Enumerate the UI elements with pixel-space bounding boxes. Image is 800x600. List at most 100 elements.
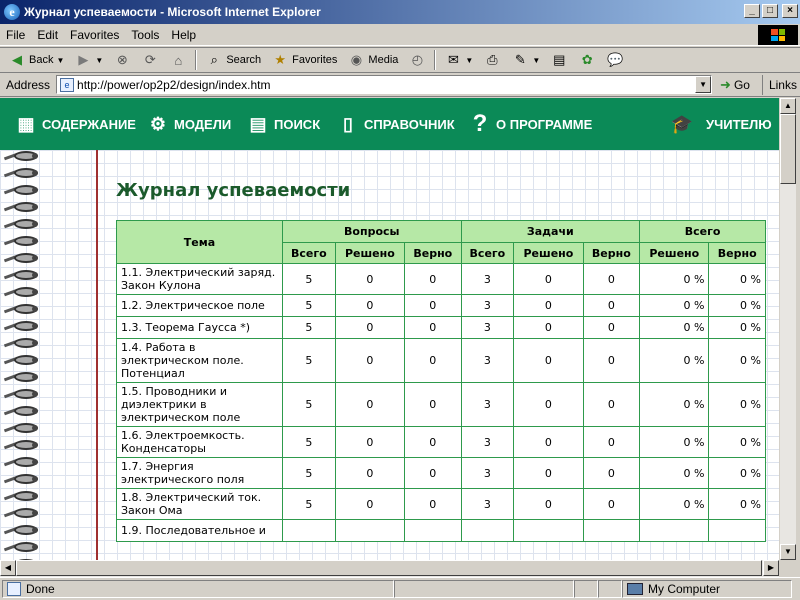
ie-logo-icon: e [4,4,20,20]
discuss-button[interactable]: ▤ [546,49,572,71]
q-correct-cell: 0 [404,488,462,520]
t-total-cell: 3 [460,457,515,489]
refresh-button[interactable]: ⟳ [137,49,163,71]
scroll-down-button[interactable]: ▼ [780,544,796,560]
go-button[interactable]: ➜ Go [712,77,758,93]
spiral-coil [3,405,40,417]
menu-file[interactable]: File [0,28,31,42]
correct-pct-cell: 0 % [708,426,766,458]
history-icon: ◴ [411,52,424,67]
menu-edit[interactable]: Edit [31,28,64,42]
nav-contents[interactable]: ▦ СОДЕРЖАНИЕ [14,112,136,136]
search-button[interactable]: ⌕ Search [201,49,265,71]
links-button[interactable]: Links [761,74,797,95]
address-url: http://power/op2p2/design/index.htm [77,77,271,92]
close-button[interactable]: × [782,4,798,18]
vertical-scrollbar[interactable]: ▲ ▼ [779,98,796,560]
print-icon: ⎙ [487,52,498,67]
question-icon: ? [472,110,488,137]
spiral-coil [3,235,40,247]
scroll-up-button[interactable]: ▲ [780,98,796,114]
history-button[interactable]: ◴ [404,49,430,71]
spiral-coil [3,439,40,451]
t-solved-cell [513,519,584,542]
status-progress [394,580,574,598]
correct-pct-cell: 0 % [708,457,766,489]
menu-bar: File Edit Favorites Tools Help [0,24,800,46]
solved-pct-cell: 0 % [639,426,710,458]
discuss-icon: ▤ [553,52,566,67]
minimize-button[interactable]: _ [744,4,760,18]
t-correct-cell: 0 [582,338,641,383]
favorites-label: Favorites [292,54,338,66]
solved-pct-cell: 0 % [639,457,710,489]
edit-button[interactable]: ✎ ▼ [507,49,544,71]
q-correct-cell: 0 [404,294,462,317]
title-bar: e Журнал успеваемости - Microsoft Intern… [0,0,800,24]
table-row: 1.4. Работа в электрическом поле. Потенц… [116,338,766,383]
windows-logo-icon [758,25,798,45]
nav-teacher[interactable]: 🎓 УЧИТЕЛЮ [662,112,772,136]
menu-tools[interactable]: Tools [125,28,165,42]
favorites-button[interactable]: ★ Favorites [267,49,341,71]
scroll-right-button[interactable]: ▶ [763,560,779,576]
q-total-cell [282,519,336,542]
nav-reference[interactable]: ▯ СПРАВОЧНИК [336,112,455,136]
correct-pct-cell: 0 % [708,338,766,383]
maximize-button[interactable]: □ [762,4,778,18]
address-dropdown-icon[interactable]: ▼ [695,76,712,93]
nav-search[interactable]: ▤ ПОИСК [246,112,320,136]
topic-cell: 1.7. Энергия электрического поля [116,457,283,489]
group-questions-header: Вопросы [282,220,462,243]
forward-button[interactable]: ▶ ▼ [70,49,107,71]
status-bar: Done My Computer [0,577,800,600]
nav-contents-label: СОДЕРЖАНИЕ [42,116,136,132]
page-icon: e [60,77,75,92]
t-total-cell: 3 [460,316,515,339]
horizontal-scrollbar[interactable]: ◀ ▶ [0,560,779,577]
menu-help[interactable]: Help [165,28,202,42]
address-input[interactable]: e http://power/op2p2/design/index.htm ▼ [56,75,713,94]
forward-arrow-icon: ▶ [78,52,89,67]
spiral-coil [3,184,40,196]
horizontal-scroll-thumb[interactable] [16,560,762,576]
spiral-coil [3,524,40,536]
status-zone: My Computer [622,580,792,598]
q-solved-cell: 0 [334,338,406,383]
q-total-cell: 5 [282,316,336,339]
address-label: Address [6,77,51,92]
nav-models[interactable]: ⚙ МОДЕЛИ [146,112,231,136]
group-total-header: Всего [639,220,766,243]
t-correct-cell: 0 [582,294,641,317]
nav-about[interactable]: ? О ПРОГРАММЕ [468,110,593,137]
topic-cell: 1.5. Проводники и диэлектрики в электрич… [116,382,283,427]
col-topic-header: Тема [116,220,283,264]
chevron-down-icon: ▼ [95,55,104,65]
media-button[interactable]: ◉ Media [343,49,402,71]
back-label: Back [29,54,54,66]
scroll-left-button[interactable]: ◀ [0,560,16,576]
q-solved-cell: 0 [334,294,406,317]
refresh-icon: ⟳ [144,52,156,67]
group-tasks-header: Задачи [460,220,641,243]
home-button[interactable]: ⌂ [165,49,191,71]
mail-button[interactable]: ✉ ▼ [440,49,477,71]
menu-favorites[interactable]: Favorites [64,28,125,42]
t-total-header: Всего [460,242,515,264]
t-total-cell: 3 [460,294,515,317]
stop-button[interactable]: ⊗ [109,49,135,71]
spiral-coil [3,507,40,519]
spiral-coil [3,303,40,315]
page-viewport: ▦ СОДЕРЖАНИЕ ⚙ МОДЕЛИ ▤ ПОИСК ▯ СПРАВОЧН… [0,98,779,560]
vertical-scroll-thumb[interactable] [780,114,796,184]
back-button[interactable]: ◀ Back ▼ [4,49,68,71]
page-done-icon [7,582,21,596]
print-button[interactable]: ⎙ [479,49,505,71]
research-button[interactable]: 💬 [602,49,628,71]
site-nav: ▦ СОДЕРЖАНИЕ ⚙ МОДЕЛИ ▤ ПОИСК ▯ СПРАВОЧН… [0,98,779,150]
q-total-cell: 5 [282,263,336,295]
nav-teacher-label: УЧИТЕЛЮ [706,116,772,132]
spiral-coil [3,456,40,468]
table-row: 1.5. Проводники и диэлектрики в электрич… [116,382,766,427]
messenger-button[interactable]: ✿ [574,49,600,71]
